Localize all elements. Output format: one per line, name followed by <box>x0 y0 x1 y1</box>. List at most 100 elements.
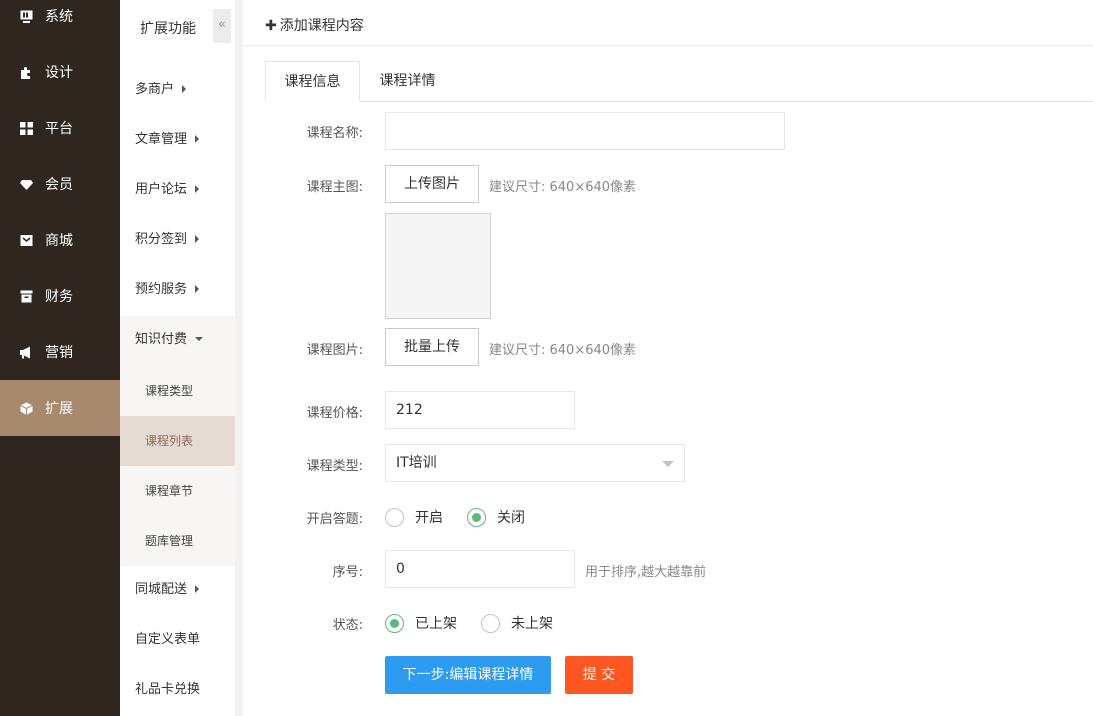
nav-item-label: 设计 <box>45 65 73 81</box>
sub-nav-group-label: 自定义表单 <box>135 632 201 647</box>
sub-nav-group-custom-form[interactable]: 自定义表单 <box>120 615 235 665</box>
radio-icon <box>481 613 500 633</box>
course-type-value: IT培训 <box>396 455 437 471</box>
course-price-input[interactable]: 212 <box>385 391 575 429</box>
radio-label: 开启 <box>415 510 443 526</box>
tab-course-detail[interactable]: 课程详情 <box>360 61 455 102</box>
course-type-select[interactable]: IT培训 <box>385 444 685 482</box>
nav-item-member[interactable]: 会员 <box>0 156 120 212</box>
nav-item-system[interactable]: 系统 <box>0 0 120 44</box>
status-option-listed[interactable]: 已上架 <box>385 613 457 633</box>
sub-nav-group-label: 同城配送 <box>135 582 188 597</box>
enable-quiz-label: 开启答题: <box>306 512 363 527</box>
sub-nav-group-label: 多商户 <box>135 82 175 97</box>
sub-nav-item-course-types[interactable]: 课程类型 <box>120 366 235 416</box>
sub-nav-group-points-checkin[interactable]: 积分签到 <box>120 215 235 265</box>
caret-right-icon <box>195 585 200 593</box>
course-name-label: 课程名称: <box>306 126 363 141</box>
sub-nav-group-label: 知识付费 <box>135 332 188 347</box>
nav-item-design[interactable]: 设计 <box>0 44 120 100</box>
nav-item-label: 商城 <box>45 233 73 249</box>
sub-nav-item-label: 题库管理 <box>145 534 194 548</box>
next-step-button[interactable]: 下一步:编辑课程详情 <box>385 656 551 694</box>
add-course-content-link[interactable]: ✚ 添加课程内容 <box>265 15 364 35</box>
main-nav: 系统 设计 平台 会员 商城 财务 营销 扩展 <box>0 0 120 716</box>
sub-nav-group-label: 积分签到 <box>135 232 188 247</box>
submit-button[interactable]: 提 交 <box>565 656 633 694</box>
caret-down-icon <box>195 337 204 341</box>
chevron-down-icon <box>662 461 674 467</box>
status-option-unlisted[interactable]: 未上架 <box>481 613 553 633</box>
sub-nav-item-label: 课程章节 <box>145 484 194 498</box>
quiz-option-off[interactable]: 关闭 <box>467 507 525 527</box>
radio-label: 未上架 <box>511 616 553 632</box>
radio-icon <box>385 507 404 527</box>
sub-nav-item-course-chapters[interactable]: 课程章节 <box>120 466 235 516</box>
nav-item-label: 平台 <box>45 121 73 137</box>
upload-image-button[interactable]: 上传图片 <box>385 165 479 203</box>
course-type-label: 课程类型: <box>306 459 363 474</box>
mail-icon <box>20 234 33 247</box>
cube-icon <box>20 402 33 415</box>
collapse-sidebar-button[interactable]: « <box>213 9 231 43</box>
quiz-option-on[interactable]: 开启 <box>385 507 443 527</box>
nav-item-finance[interactable]: 财务 <box>0 268 120 324</box>
sub-nav: 扩展功能 « 多商户 文章管理 用户论坛 积分签到 预约服务 知识付费 课程类型… <box>120 0 235 716</box>
sub-nav-item-course-list[interactable]: 课程列表 <box>120 416 235 466</box>
main-image-label: 课程主图: <box>306 180 363 195</box>
megaphone-icon <box>20 346 33 359</box>
double-chevron-left-icon: « <box>218 17 226 32</box>
sub-nav-group-label: 预约服务 <box>135 282 188 297</box>
sub-nav-group-label: 礼品卡兑换 <box>135 682 201 697</box>
tab-label: 课程信息 <box>284 74 341 90</box>
radio-checked-icon <box>385 613 404 633</box>
order-input[interactable]: 0 <box>385 550 575 588</box>
caret-right-icon <box>195 235 200 243</box>
nav-item-label: 营销 <box>45 345 73 361</box>
caret-right-icon <box>195 285 200 293</box>
sub-nav-group-paid-knowledge[interactable]: 知识付费 <box>120 315 235 365</box>
course-name-input[interactable] <box>385 112 785 150</box>
sub-nav-group-gift-card[interactable]: 礼品卡兑换 <box>120 665 235 715</box>
puzzle-icon <box>20 66 33 79</box>
main-image-hint: 建议尺寸: 640×640像素 <box>489 180 637 195</box>
tab-course-info[interactable]: 课程信息 <box>265 61 360 102</box>
sub-nav-item-label: 课程列表 <box>145 434 194 448</box>
plus-icon: ✚ <box>265 18 277 34</box>
nav-item-label: 财务 <box>45 289 73 305</box>
course-price-label: 课程价格: <box>306 406 363 421</box>
sub-nav-item-question-bank[interactable]: 题库管理 <box>120 516 235 566</box>
caret-right-icon <box>195 135 200 143</box>
nav-item-extension[interactable]: 扩展 <box>0 380 120 436</box>
sub-nav-group-local-delivery[interactable]: 同城配送 <box>120 565 235 615</box>
status-label: 状态: <box>332 618 363 633</box>
sub-nav-item-label: 课程类型 <box>145 384 194 398</box>
nav-item-label: 系统 <box>45 9 73 25</box>
nav-item-platform[interactable]: 平台 <box>0 100 120 156</box>
grid-icon <box>20 121 33 135</box>
radio-label: 关闭 <box>497 510 525 526</box>
course-images-hint: 建议尺寸: 640×640像素 <box>489 343 637 358</box>
sub-nav-group-label: 文章管理 <box>135 132 188 147</box>
sub-nav-group-forum[interactable]: 用户论坛 <box>120 165 235 215</box>
order-label: 序号: <box>332 565 363 580</box>
sub-nav-group-booking[interactable]: 预约服务 <box>120 265 235 315</box>
main-image-preview[interactable] <box>385 213 491 319</box>
monitor-icon <box>20 10 33 23</box>
nav-item-mall[interactable]: 商城 <box>0 212 120 268</box>
sub-nav-group-multi-merchant[interactable]: 多商户 <box>120 65 235 115</box>
radio-checked-icon <box>467 507 486 527</box>
nav-item-label: 会员 <box>45 177 73 193</box>
caret-right-icon <box>182 85 187 93</box>
diamond-icon <box>20 178 33 191</box>
content-area: ✚ 添加课程内容 课程信息 课程详情 课程名称: 课程主图: 上传图片 建议尺寸:… <box>243 0 1093 716</box>
order-hint: 用于排序,越大越靠前 <box>585 565 707 580</box>
sub-nav-group-articles[interactable]: 文章管理 <box>120 115 235 165</box>
caret-right-icon <box>195 185 200 193</box>
nav-item-marketing[interactable]: 营销 <box>0 324 120 380</box>
nav-item-label: 扩展 <box>45 401 73 417</box>
course-images-label: 课程图片: <box>306 343 363 358</box>
archive-icon <box>20 290 33 303</box>
batch-upload-button[interactable]: 批量上传 <box>385 328 479 366</box>
add-course-content-label: 添加课程内容 <box>279 18 364 34</box>
